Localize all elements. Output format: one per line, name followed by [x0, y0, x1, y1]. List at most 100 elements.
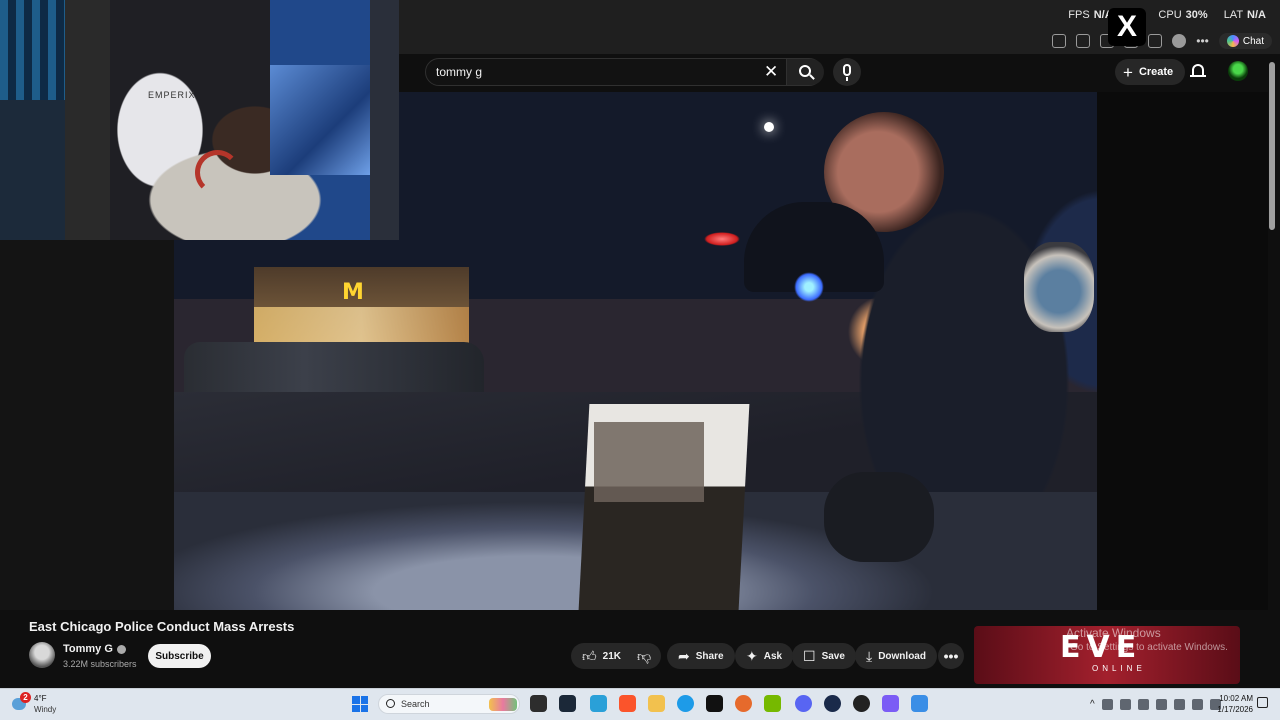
webcam-wall-art — [270, 65, 370, 175]
video-police-patch — [1024, 242, 1094, 332]
voice-search-button[interactable] — [833, 58, 861, 86]
video-letterbox-left — [0, 240, 174, 610]
thumbs-down-icon[interactable]: 👎︎ — [637, 648, 651, 665]
channel-avatar[interactable] — [29, 642, 55, 668]
chat-label: Chat — [1242, 35, 1264, 47]
nvidia-icon[interactable] — [764, 695, 781, 712]
channel-name-text: Tommy G — [63, 643, 113, 655]
search-button[interactable] — [786, 59, 824, 85]
search-bar: ✕ — [425, 58, 824, 86]
webcam-overlay: EMPERIX — [0, 0, 399, 240]
system-tray: ^ — [1090, 694, 1221, 714]
display-tray-icon[interactable] — [1173, 698, 1185, 710]
create-label: Create — [1138, 66, 1174, 78]
file-explorer-icon[interactable] — [648, 695, 665, 712]
copilot-chat-button[interactable]: Chat — [1218, 33, 1272, 49]
clear-icon[interactable]: ✕ — [764, 62, 778, 82]
weather-notification-badge: 2 — [20, 692, 31, 703]
create-button[interactable]: + Create — [1115, 59, 1186, 85]
performance-overlay: FPSN/A % CPU30% LATN/A — [1068, 0, 1280, 30]
page-scrollbar[interactable] — [1268, 56, 1276, 236]
windows-taskbar — [0, 688, 1280, 720]
notification-icon[interactable] — [1257, 697, 1268, 708]
brave-icon[interactable] — [619, 695, 636, 712]
steam-tray-icon[interactable] — [1101, 698, 1113, 710]
video-flashlight — [794, 272, 824, 302]
video-bag-shadow — [594, 422, 704, 502]
download-button[interactable]: ⤓ Download — [855, 643, 937, 669]
download-icon: ⤓ — [866, 647, 873, 664]
fps-stat: FPS N/A — [1068, 9, 1113, 21]
obs-icon[interactable] — [853, 695, 870, 712]
profile-icon[interactable] — [1172, 34, 1187, 48]
split-screen-icon[interactable] — [1052, 34, 1067, 48]
mic-stand — [846, 77, 848, 81]
video-store-sign: M — [342, 280, 364, 305]
firefox-icon[interactable] — [735, 695, 752, 712]
chevron-up-icon[interactable]: ^ — [1090, 699, 1095, 710]
steam-icon[interactable] — [559, 695, 576, 712]
edge-icon[interactable] — [677, 695, 694, 712]
search-highlight-icon — [489, 698, 517, 711]
search-icon — [799, 65, 811, 77]
weather-temperature[interactable]: 4°F — [34, 694, 47, 703]
app-icon-8[interactable] — [824, 695, 841, 712]
app-tray-icon[interactable] — [1119, 698, 1131, 710]
tiktok-icon[interactable] — [706, 695, 723, 712]
search-input[interactable] — [436, 65, 756, 79]
app-icon-11[interactable] — [911, 695, 928, 712]
task-view-icon[interactable] — [530, 695, 547, 712]
share-button[interactable]: ➦ Share — [667, 643, 735, 669]
activate-windows-title: Activate Windows — [1066, 626, 1161, 640]
ask-button[interactable]: ✦ Ask — [735, 643, 794, 669]
like-count[interactable]: 21K — [603, 651, 621, 662]
taskbar-search[interactable]: Search — [378, 694, 520, 714]
bell-icon[interactable] — [1190, 62, 1206, 80]
clock-time: 10:02 AM — [1219, 694, 1253, 703]
browser-menu-icon[interactable]: ••• — [1196, 34, 1209, 48]
account-avatar[interactable] — [1228, 61, 1248, 81]
subscriber-count: 3.22M subscribers — [63, 659, 137, 669]
share-icon: ➦ — [678, 647, 690, 664]
taskbar-clock[interactable]: 10:02 AM 1/17/2026 — [1213, 693, 1253, 715]
subscribe-button[interactable]: Subscribe — [148, 644, 211, 668]
network-tray-icon[interactable] — [1137, 698, 1149, 710]
like-dislike-group: 👍︎ 21K 👎︎ — [571, 643, 661, 669]
lat-stat: LAT N/A — [1223, 9, 1266, 21]
taskbar-search-label: Search — [401, 699, 430, 709]
video-officer-hand — [824, 472, 934, 562]
windows-start-icon[interactable] — [352, 696, 368, 712]
cpu-stat: CPU 30% — [1158, 9, 1208, 21]
downloads-icon[interactable] — [1148, 34, 1163, 48]
activate-windows-subtitle: Go to Settings to activate Windows. — [1070, 642, 1228, 653]
ad-subtitle: ONLINE — [1092, 664, 1146, 673]
taskbar-search-icon — [386, 699, 395, 708]
save-button[interactable]: ☐ Save — [792, 643, 856, 669]
app-icon-10[interactable] — [882, 695, 899, 712]
browser-toolbar: FPSN/A % CPU30% LATN/A ••• Chat — [399, 0, 1280, 54]
copilot-icon — [1226, 35, 1239, 47]
notepad-icon[interactable] — [590, 695, 607, 712]
browser-toolbar-icons: ••• Chat — [1052, 30, 1272, 52]
discord-icon[interactable] — [795, 695, 812, 712]
favorite-star-icon[interactable] — [1076, 34, 1091, 48]
video-storefront — [254, 267, 469, 347]
download-label: Download — [878, 650, 926, 662]
video-title: East Chicago Police Conduct Mass Arrests — [29, 619, 295, 634]
video-police-light-red — [704, 232, 740, 246]
channel-name[interactable]: Tommy G — [63, 643, 126, 655]
bookmark-icon: ☐ — [803, 647, 816, 664]
volume-icon[interactable] — [1191, 698, 1203, 710]
share-label: Share — [695, 650, 724, 662]
webcam-chair-logo: EMPERIX — [148, 90, 196, 100]
clock-date: 1/17/2026 — [1217, 705, 1253, 714]
webcam-wall-poster — [0, 0, 65, 100]
x-logo-icon[interactable]: X — [1108, 8, 1146, 46]
thumbs-up-icon[interactable]: 👍︎ — [582, 648, 597, 665]
mic-tray-icon[interactable] — [1155, 698, 1167, 710]
verified-icon — [116, 644, 126, 654]
weather-description[interactable]: Windy — [34, 705, 56, 714]
more-actions-button[interactable]: ••• — [938, 643, 964, 669]
plus-icon: + — [1123, 62, 1133, 82]
scrollbar-thumb[interactable] — [1269, 62, 1275, 230]
